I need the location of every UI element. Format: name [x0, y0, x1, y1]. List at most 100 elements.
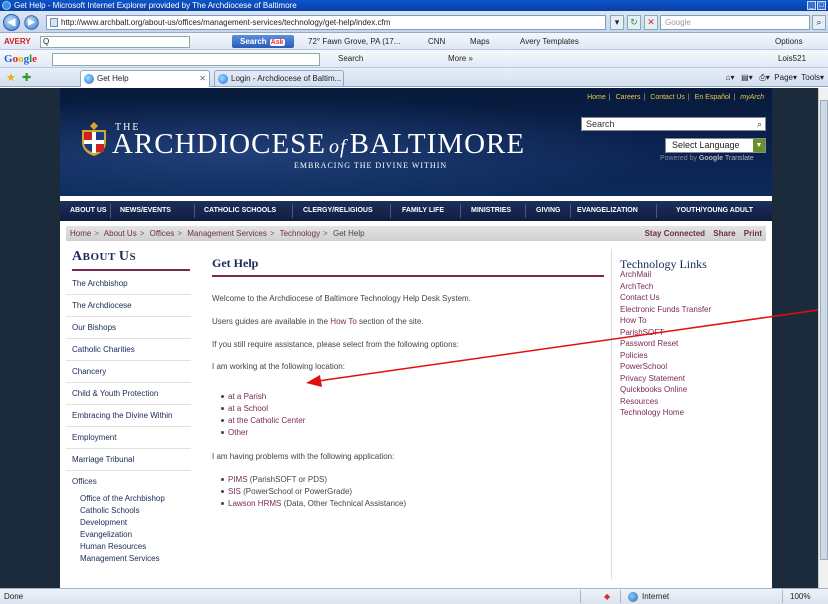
sidebar-item-embracing[interactable]: Embracing the Divine Within: [66, 405, 191, 427]
crumb-about[interactable]: About Us: [104, 229, 137, 238]
google-search-input[interactable]: [52, 53, 320, 66]
language-select[interactable]: Select Language ▼: [665, 138, 766, 153]
scrollbar-thumb[interactable]: [820, 100, 828, 560]
more-button[interactable]: More »: [448, 50, 473, 68]
crumb-home[interactable]: Home: [70, 229, 91, 238]
maps-button[interactable]: Maps: [470, 33, 490, 50]
tech-link-quickbooks[interactable]: Quickbooks Online: [620, 384, 771, 396]
top-link-careers[interactable]: Careers: [616, 94, 641, 101]
sidebar-item-offices[interactable]: Offices: [66, 471, 191, 493]
zoom-level[interactable]: 100%: [790, 589, 810, 604]
nav-ministries[interactable]: MINISTRIES: [471, 201, 511, 221]
tools-menu[interactable]: Tools: [801, 73, 820, 82]
crumb-management[interactable]: Management Services: [187, 229, 267, 238]
stay-connected-link[interactable]: Stay Connected: [645, 229, 705, 238]
sidebar-item-child-youth[interactable]: Child & Youth Protection: [66, 383, 191, 405]
dropdown-icon[interactable]: ▾: [610, 15, 624, 30]
stop-icon[interactable]: ✕: [644, 15, 658, 30]
sidebar-item-bishops[interactable]: Our Bishops: [66, 317, 191, 339]
tech-link-contact[interactable]: Contact Us: [620, 292, 771, 304]
home-icon[interactable]: ⌂▾: [726, 73, 735, 82]
nav-clergy-religious[interactable]: CLERGY/RELIGIOUS: [303, 201, 373, 221]
close-tab-icon[interactable]: ✕: [199, 71, 206, 86]
search-icon[interactable]: ⌕: [757, 118, 762, 130]
sidebar-subitem[interactable]: Development: [66, 517, 191, 529]
crumb-offices[interactable]: Offices: [150, 229, 175, 238]
nav-giving[interactable]: GIVING: [536, 201, 561, 221]
tech-link-resources[interactable]: Resources: [620, 396, 771, 408]
site-logo[interactable]: ARCHDIOCESE of BALTIMORE: [112, 128, 525, 161]
sis-link[interactable]: SIS: [228, 487, 241, 496]
vertical-scrollbar[interactable]: [818, 88, 828, 588]
other-link[interactable]: Other: [228, 428, 248, 437]
sidebar-subitem[interactable]: Human Resources: [66, 541, 191, 553]
back-button[interactable]: ◀: [3, 14, 20, 31]
address-bar[interactable]: http://www.archbalt.org/about-us/offices…: [46, 15, 606, 30]
sidebar-title: ABOUT US: [72, 249, 137, 264]
sidebar-item-charities[interactable]: Catholic Charities: [66, 339, 191, 361]
sidebar-item-archbishop[interactable]: The Archbishop: [66, 273, 191, 295]
sidebar-subitem[interactable]: Office of the Archbishop: [66, 493, 191, 505]
sidebar-subitem[interactable]: Catholic Schools: [66, 505, 191, 517]
translate-link[interactable]: Translate: [725, 155, 754, 162]
top-link-home[interactable]: Home: [587, 94, 606, 101]
lawson-link[interactable]: Lawson HRMS: [228, 499, 281, 508]
sidebar-item-chancery[interactable]: Chancery: [66, 361, 191, 383]
weather-button[interactable]: 72° Fawn Grove, PA (17...: [308, 33, 400, 50]
share-link[interactable]: Share: [713, 229, 735, 238]
refresh-icon[interactable]: ↻: [627, 15, 641, 30]
tech-link-powerschool[interactable]: PowerSchool: [620, 361, 771, 373]
maximize-button[interactable]: □: [817, 1, 826, 10]
tech-link-eft[interactable]: Electronic Funds Transfer: [620, 304, 771, 316]
browser-search-input[interactable]: Google: [660, 15, 810, 30]
sidebar-subitem[interactable]: Evangelization: [66, 529, 191, 541]
search-icon[interactable]: ⌕: [812, 15, 826, 30]
catholic-center-link[interactable]: at the Catholic Center: [228, 416, 305, 425]
print-icon[interactable]: ⎙▾: [759, 73, 769, 82]
tech-link-howto[interactable]: How To: [620, 315, 771, 327]
nav-evangelization[interactable]: EVANGELIZATION: [577, 201, 638, 221]
top-link-contact[interactable]: Contact Us: [650, 94, 685, 101]
tech-link-policies[interactable]: Policies: [620, 350, 771, 362]
tech-link-parishsoft[interactable]: ParishSOFT: [620, 327, 771, 339]
sidebar-item-employment[interactable]: Employment: [66, 427, 191, 449]
avery-search-input[interactable]: Q: [40, 36, 190, 48]
top-link-myarch[interactable]: myArch: [740, 94, 764, 101]
cnn-button[interactable]: CNN: [428, 33, 445, 50]
print-link[interactable]: Print: [744, 229, 762, 238]
tech-link-password[interactable]: Password Reset: [620, 338, 771, 350]
sidebar-item-archdiocese[interactable]: The Archdiocese: [66, 295, 191, 317]
tab-get-help[interactable]: Get Help ✕: [80, 70, 210, 87]
nav-family-life[interactable]: FAMILY LIFE: [402, 201, 444, 221]
google-search-button[interactable]: Search: [338, 50, 363, 68]
tech-link-home[interactable]: Technology Home: [620, 407, 771, 419]
top-link-espanol[interactable]: En Español: [695, 94, 731, 101]
avery-templates-button[interactable]: Avery Templates: [520, 33, 579, 50]
user-account[interactable]: Lois521: [778, 50, 806, 68]
parish-link[interactable]: at a Parish: [228, 392, 266, 401]
forward-button[interactable]: ▶: [24, 15, 39, 30]
add-favorites-icon[interactable]: ✚: [22, 71, 31, 84]
nav-catholic-schools[interactable]: CATHOLIC SCHOOLS: [204, 201, 276, 221]
school-link[interactable]: at a School: [228, 404, 268, 413]
sidebar-item-tribunal[interactable]: Marriage Tribunal: [66, 449, 191, 471]
options-button[interactable]: Options: [775, 33, 803, 50]
nav-youth-young-adult[interactable]: YOUTH/YOUNG ADULT: [676, 201, 753, 221]
site-search-input[interactable]: Search ⌕: [581, 117, 766, 131]
favorites-star-icon[interactable]: ★: [6, 71, 16, 84]
crumb-technology[interactable]: Technology: [280, 229, 320, 238]
tech-link-archtech[interactable]: ArchTech: [620, 281, 771, 293]
nav-about-us[interactable]: ABOUT US: [70, 201, 107, 221]
guides-text: Users guides are available in the How To…: [212, 317, 424, 326]
minimize-button[interactable]: _: [807, 1, 816, 10]
sidebar-subitem[interactable]: Management Services: [66, 553, 191, 565]
how-to-link[interactable]: How To: [330, 317, 357, 326]
left-sidebar: ABOUT US The Archbishop The Archdiocese …: [66, 249, 191, 565]
tech-link-privacy[interactable]: Privacy Statement: [620, 373, 771, 385]
page-menu[interactable]: Page: [774, 73, 793, 82]
feeds-icon[interactable]: ▤▾: [741, 73, 753, 82]
nav-news-events[interactable]: NEWS/EVENTS: [120, 201, 171, 221]
ask-search-button[interactable]: Search Ask: [232, 35, 294, 48]
pims-link[interactable]: PIMS: [228, 475, 248, 484]
tab-login[interactable]: Login - Archdiocese of Baltim...: [214, 70, 344, 87]
